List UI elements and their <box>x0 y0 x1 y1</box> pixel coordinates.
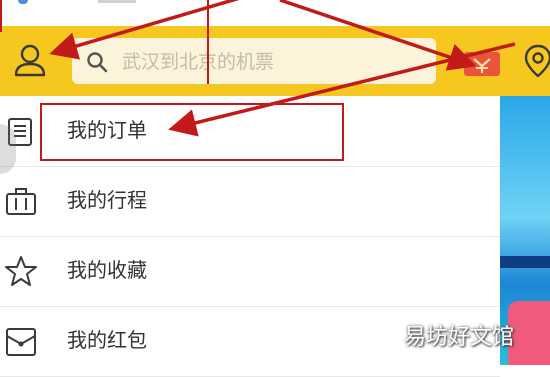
banner-card <box>508 301 550 365</box>
status-indicator-2 <box>98 0 136 3</box>
ticket-icon[interactable] <box>462 46 502 80</box>
top-bar <box>0 26 550 96</box>
search-bar[interactable] <box>72 38 436 84</box>
annotation-line-left <box>0 0 2 32</box>
watermark: 易坊好文馆 <box>404 325 515 350</box>
location-icon[interactable] <box>520 42 550 80</box>
menu-item-label: 我的行程 <box>67 188 147 212</box>
status-bar <box>0 0 550 26</box>
search-icon <box>87 52 108 73</box>
user-icon[interactable] <box>10 40 50 80</box>
star-icon <box>5 256 37 286</box>
red-envelope-icon <box>6 328 36 356</box>
annotation-highlight-box <box>40 103 344 161</box>
banner-stripe <box>500 256 550 268</box>
menu-item-itinerary[interactable]: 我的行程 <box>0 166 500 237</box>
status-indicator <box>18 0 28 4</box>
annotation-line <box>207 0 209 84</box>
menu-item-label: 我的收藏 <box>67 258 147 282</box>
search-input[interactable] <box>120 45 424 79</box>
menu-item-favorites[interactable]: 我的收藏 <box>0 236 500 307</box>
suitcase-icon <box>6 188 36 215</box>
menu-item-label: 我的红包 <box>67 328 147 352</box>
